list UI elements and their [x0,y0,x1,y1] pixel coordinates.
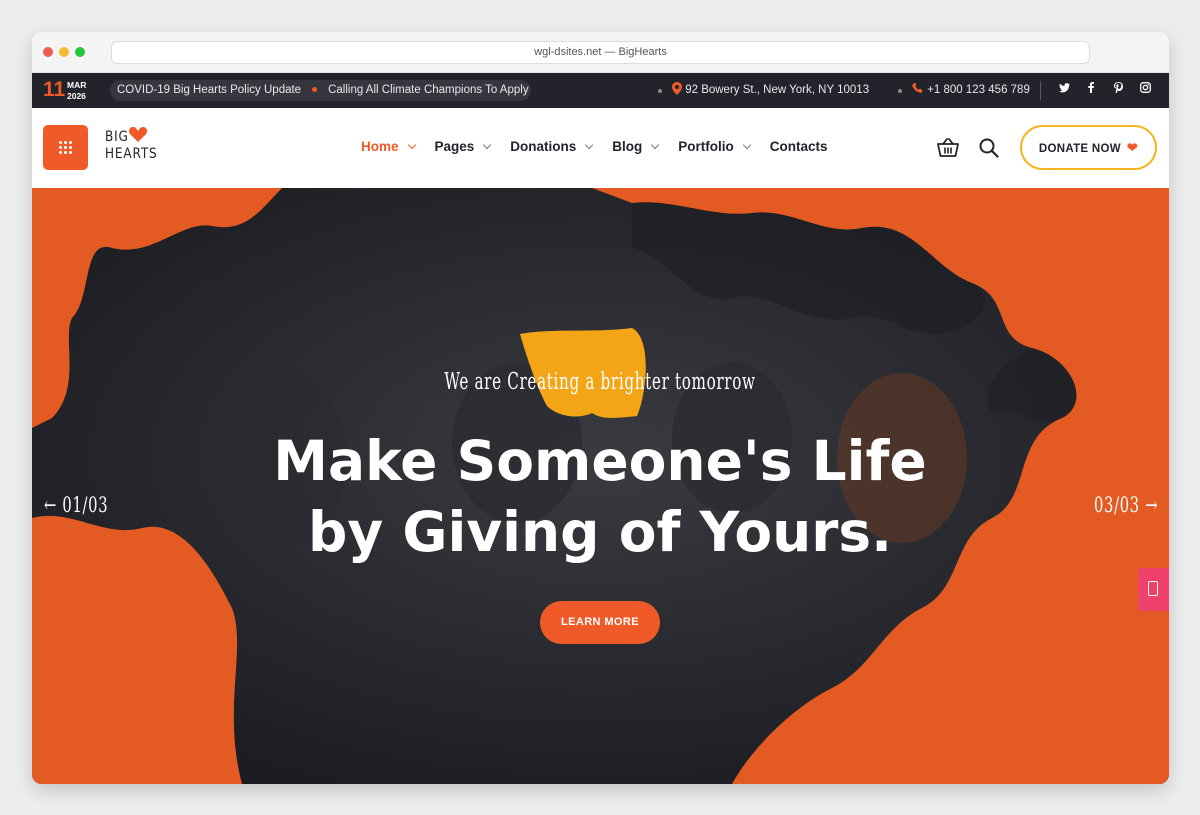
divider [1040,81,1041,100]
contact-address[interactable]: 92 Bowery St., New York, NY 10013 [672,82,869,99]
bullet-separator [312,87,318,93]
nav-label: Portfolio [678,139,734,154]
address-text: 92 Bowery St., New York, NY 10013 [685,84,870,96]
phone-text: +1 800 123 456 789 [927,84,1030,96]
bullet-separator [898,89,902,93]
facebook-icon[interactable] [1088,82,1094,99]
document-icon [1148,581,1158,596]
chevron-down-icon [585,140,594,149]
heart-icon [129,126,147,147]
close-window-button[interactable] [43,47,53,57]
headline-line: Make Someone's Life [273,429,927,493]
location-pin-icon [672,82,682,95]
next-slide-button[interactable]: 03/03 → [1094,493,1158,517]
bullet-separator [658,89,662,93]
learn-more-button[interactable]: LEARN MORE [540,601,660,644]
news-item[interactable]: COVID-19 Big Hearts Policy Update [117,84,301,96]
chevron-down-icon [407,140,416,149]
twitter-icon[interactable] [1059,82,1070,99]
pinterest-icon[interactable] [1114,82,1123,99]
chevron-down-icon [742,140,752,149]
headline-line: by Giving of Yours. [307,500,893,564]
chevron-down-icon [651,140,660,149]
chevron-down-icon [483,140,492,149]
maximize-window-button[interactable] [75,47,85,57]
nav-item-donations[interactable]: Donations [510,139,594,154]
main-navigation: Home Pages Donations Blog Portfolio Cont… [361,139,848,154]
news-ticker: COVID-19 Big Hearts Policy Update Calling… [110,80,531,101]
nav-label: Donations [510,139,577,154]
date-year: 2026 [67,91,86,101]
nav-item-contacts[interactable]: Contacts [770,139,828,154]
nav-label: Pages [434,139,475,154]
donate-now-button[interactable]: DONATE NOW ❤ [1020,125,1157,170]
slide-counter: 01/03 [62,493,109,517]
hero-slider: ← 01/03 03/03 → We are Creating a bright… [32,188,1169,784]
browser-chrome: wgl-dsites.net — BigHearts [32,32,1169,73]
nav-label: Home [361,139,399,154]
phone-icon [912,82,923,93]
search-icon[interactable] [979,138,999,158]
instagram-icon[interactable] [1140,82,1151,99]
date-day: 11 [43,78,66,101]
nav-item-pages[interactable]: Pages [434,139,492,154]
logo-line: HEARTS [105,146,158,162]
nav-label: Blog [612,139,643,154]
nav-label: Contacts [769,139,828,154]
nav-item-home[interactable]: Home [361,139,416,154]
donate-label: DONATE NOW [1038,143,1121,155]
main-header: BIG HEARTS Home Pages Donations Blog Por… [32,108,1169,188]
basket-icon[interactable] [937,138,959,158]
browser-window: wgl-dsites.net — BigHearts 11 MAR 2026 C… [32,32,1169,784]
nav-item-blog[interactable]: Blog [612,139,660,154]
date-month-year: MAR 2026 [67,80,86,102]
menu-grid-button[interactable] [43,125,88,170]
hero-tagline: We are Creating a brighter tomorrow [444,369,756,395]
top-bar: 11 MAR 2026 COVID-19 Big Hearts Policy U… [32,73,1169,108]
heart-icon: ❤ [1126,140,1139,155]
hero-headline: Make Someone's Life by Giving of Yours. [172,426,1028,568]
nav-item-portfolio[interactable]: Portfolio [678,139,752,154]
grid-icon [59,141,72,154]
minimize-window-button[interactable] [59,47,69,57]
address-bar[interactable]: wgl-dsites.net — BigHearts [111,41,1090,64]
prev-slide-button[interactable]: ← 01/03 [44,493,108,517]
side-panel-toggle[interactable] [1138,568,1169,611]
news-item[interactable]: Calling All Climate Champions To Apply [328,84,529,96]
slide-counter: 03/03 [1094,493,1140,517]
date-month: MAR [67,80,87,90]
contact-phone[interactable]: +1 800 123 456 789 [912,82,1030,99]
